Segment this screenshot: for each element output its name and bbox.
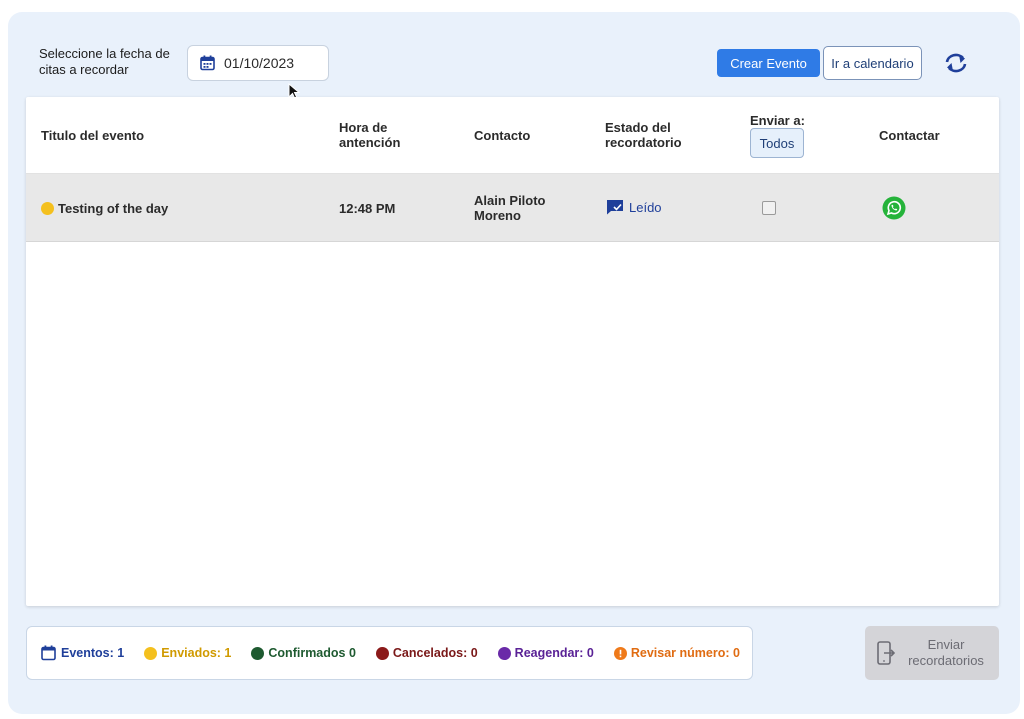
create-event-button[interactable]: Crear Evento — [717, 49, 820, 77]
send-reminders-button[interactable]: Enviar recordatorios — [865, 626, 999, 680]
refresh-icon — [945, 53, 967, 73]
whatsapp-button[interactable] — [882, 196, 906, 225]
reminder-status-label: Leído — [629, 199, 662, 215]
warning-icon — [613, 646, 627, 660]
event-title-cell: Testing of the day — [41, 201, 168, 216]
main-panel: Seleccione la fecha de citas a recordar … — [8, 12, 1020, 714]
header-contact: Contacto — [474, 128, 531, 143]
confirmed-dot-icon — [251, 646, 265, 660]
header-hour: Hora de antención — [339, 120, 401, 150]
send-reminders-label: Enviar recordatorios — [908, 637, 984, 668]
date-filter-label: Seleccione la fecha de citas a recordar — [39, 46, 170, 77]
summary-cancelled: Cancelados: 0 — [375, 646, 478, 660]
summary-confirmed: Confirmados 0 — [251, 646, 356, 660]
status-dot-icon — [41, 202, 54, 215]
event-hour: 12:48 PM — [339, 201, 396, 216]
header-contact-action: Contactar — [879, 128, 940, 143]
header-title: Titulo del evento — [41, 128, 145, 143]
calendar-icon — [41, 645, 56, 661]
summary-check-number: Revisar número: 0 — [613, 646, 740, 660]
header-send-to: Enviar a: — [750, 113, 805, 128]
send-to-all-button[interactable]: Todos — [750, 128, 804, 158]
read-chat-icon — [607, 200, 623, 215]
header-status: Estado del recordatorio — [605, 120, 682, 150]
table-row[interactable]: Testing of the day 12:48 PM Alain Piloto… — [26, 174, 999, 242]
reminder-status: Leído — [606, 199, 662, 215]
date-value: 01/10/2023 — [224, 55, 295, 71]
event-title: Testing of the day — [58, 201, 169, 216]
events-summary: Eventos: 1 Enviados: 1 Confirmados 0 Can… — [26, 626, 753, 680]
event-contact: Alain Piloto Moreno — [474, 193, 546, 223]
summary-sent: Enviados: 1 — [144, 646, 231, 660]
summary-reschedule: Reagendar: 0 — [497, 646, 594, 660]
cancelled-dot-icon — [375, 646, 389, 660]
summary-events: Eventos: 1 — [41, 645, 124, 661]
reschedule-dot-icon — [497, 646, 511, 660]
calendar-icon — [200, 55, 215, 71]
whatsapp-icon — [882, 196, 906, 220]
send-device-icon — [877, 641, 895, 665]
sent-dot-icon — [144, 646, 158, 660]
table-header: Titulo del evento Hora de antención Cont… — [26, 97, 999, 174]
refresh-button[interactable] — [940, 50, 972, 76]
events-table: Titulo del evento Hora de antención Cont… — [26, 97, 999, 606]
go-calendar-button[interactable]: Ir a calendario — [823, 46, 922, 80]
send-checkbox[interactable] — [762, 201, 776, 215]
date-input[interactable]: 01/10/2023 — [187, 45, 329, 81]
